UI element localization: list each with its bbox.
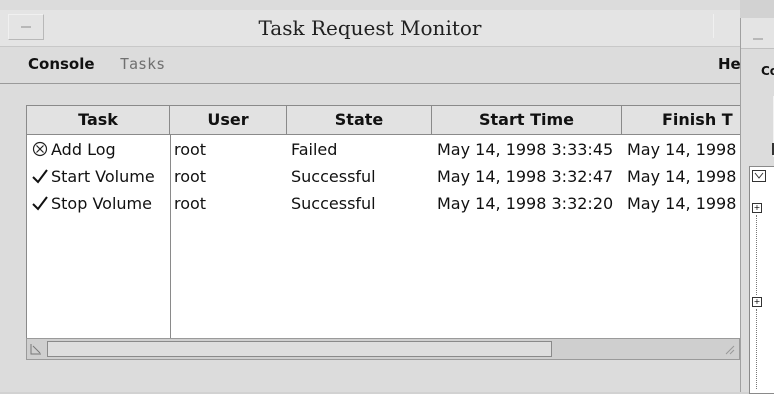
start-time-cell: May 14, 1998 3:32:47: [437, 167, 614, 186]
user-cell: root: [174, 194, 207, 213]
column-header-task[interactable]: Task: [27, 106, 170, 134]
menu-help[interactable]: He: [718, 55, 741, 73]
column-header-state[interactable]: State: [287, 106, 432, 134]
column-header-finish-time[interactable]: Finish T: [622, 106, 741, 134]
tree-expand-icon[interactable]: +: [752, 297, 762, 307]
scroll-left-arrow-icon[interactable]: [30, 343, 42, 355]
tree-root-icon: [752, 170, 766, 182]
task-request-monitor-window: Task Request Monitor Console Tasks He Ta…: [0, 0, 742, 392]
start-time-cell: May 14, 1998 3:33:45: [437, 140, 614, 159]
task-name: Start Volume: [51, 167, 155, 186]
user-cell: root: [174, 140, 207, 159]
check-icon: [29, 163, 51, 190]
window-menu-icon: [753, 38, 763, 40]
finish-time-cell: May 14, 1998: [627, 140, 737, 159]
task-name: Add Log: [51, 140, 116, 159]
task-table: Task User State Start Time Finish T Add …: [26, 105, 742, 340]
finish-time-cell: May 14, 1998: [627, 167, 737, 186]
tree-branch-line: [756, 215, 758, 295]
table-header: Task User State Start Time Finish T: [27, 106, 741, 135]
start-time-cell: May 14, 1998 3:32:20: [437, 194, 614, 213]
column-header-start-time[interactable]: Start Time: [432, 106, 622, 134]
state-cell: Successful: [291, 194, 376, 213]
title-bar[interactable]: Task Request Monitor: [0, 10, 740, 47]
window-maximize-button[interactable]: [713, 14, 734, 38]
state-cell: Failed: [291, 140, 338, 159]
horizontal-scrollbar[interactable]: [26, 338, 740, 360]
table-row[interactable]: Start Volume root Successful May 14, 199…: [27, 163, 741, 190]
table-row[interactable]: Stop Volume root Successful May 14, 1998…: [27, 190, 741, 217]
menu-bar: Console Tasks He: [0, 47, 741, 84]
background-window-title-bar[interactable]: [741, 18, 774, 49]
tree-view[interactable]: + +: [749, 166, 774, 394]
task-name: Stop Volume: [51, 194, 152, 213]
table-row[interactable]: Add Log root Failed May 14, 1998 3:33:45…: [27, 136, 741, 163]
scrollbar-thumb[interactable]: [47, 341, 552, 357]
check-icon: [29, 190, 51, 217]
background-menu-console[interactable]: Co: [761, 64, 774, 78]
finish-time-cell: May 14, 1998: [627, 194, 737, 213]
user-cell: root: [174, 167, 207, 186]
menu-tasks[interactable]: Tasks: [120, 55, 165, 73]
state-cell: Successful: [291, 167, 376, 186]
resize-grip-icon[interactable]: [723, 343, 735, 355]
background-window[interactable]: Co + +: [740, 18, 774, 394]
tree-branch-line: [756, 309, 758, 389]
tree-expand-icon[interactable]: +: [752, 203, 762, 213]
menu-console[interactable]: Console: [28, 55, 95, 73]
column-header-user[interactable]: User: [170, 106, 287, 134]
failed-icon: [29, 136, 51, 163]
window-title: Task Request Monitor: [258, 16, 482, 40]
